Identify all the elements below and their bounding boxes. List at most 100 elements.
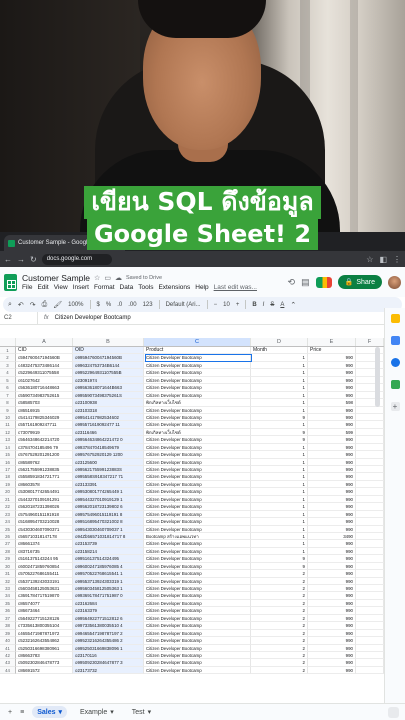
row-number[interactable]: 16 [0,458,16,466]
table-cell[interactable]: Citizen Developer Bootcamp [144,510,251,519]
row-number[interactable]: 33 [0,585,16,593]
empty-cell[interactable] [356,659,384,667]
table-cell[interactable]: 990 [308,406,356,414]
row-number[interactable]: 15 [0,451,16,459]
table-cell[interactable]: 990 [308,599,356,608]
chevron-up-icon[interactable]: ⌃ [290,301,296,309]
table-cell[interactable]: Citizen Developer Bootcamp [144,651,251,660]
table-cell[interactable]: 990 [308,376,356,385]
table-cell[interactable]: c86661374 [16,540,73,548]
empty-cell[interactable] [356,585,384,593]
currency-format-button[interactable]: $ [97,302,100,308]
table-cell[interactable]: c594760047194560B [16,354,73,362]
table-cell[interactable]: c5620187231398026 [16,503,73,511]
table-cell[interactable]: 990 [308,666,356,675]
row-number[interactable]: 7 [0,391,16,400]
table-cell[interactable]: 1 [251,384,308,392]
table-cell[interactable]: o23170116 [73,651,144,660]
table-cell[interactable]: o99563618071644B663 [73,384,144,392]
vertical-scrollbar[interactable] [375,347,380,407]
table-cell[interactable]: 1 [251,480,308,489]
table-cell[interactable]: Citizen Developer Bootcamp [144,585,251,593]
table-cell[interactable]: 990 [308,466,356,474]
table-cell[interactable]: o23133391 [73,480,144,489]
table-cell[interactable]: Citizen Developer Bootcamp [144,540,251,548]
empty-cell[interactable] [356,629,384,638]
table-cell[interactable]: 2 [251,637,308,645]
paint-format-icon[interactable]: 🖌 [53,301,62,309]
table-cell[interactable]: c5636180716448663 [16,384,73,392]
empty-cell[interactable] [356,443,384,452]
column-header-e[interactable]: E [308,338,356,346]
empty-cell[interactable] [356,637,384,645]
table-cell[interactable]: 990 [308,637,356,645]
table-cell[interactable]: พิกเกิลทางเว็บไซต์ [144,428,251,437]
table-cell[interactable]: 599 [308,428,356,437]
table-cell[interactable]: 990 [308,577,356,585]
table-cell[interactable]: 990 [308,622,356,630]
table-cell[interactable]: c61027642 [16,376,73,385]
table-cell[interactable]: o99576752920129 1200 [73,451,144,459]
table-cell[interactable]: 2 [251,622,308,630]
table-cell[interactable]: 1 [251,466,308,474]
table-cell[interactable]: 1 [251,391,308,400]
row-number[interactable]: 41 [0,644,16,652]
row-number[interactable]: 34 [0,592,16,600]
table-cell[interactable]: c5646348642214720 [16,436,73,444]
extensions-icon[interactable]: ◧ [379,255,387,264]
table-cell[interactable]: Citizen Developer Bootcamp [144,354,251,362]
table-cell[interactable]: c4655471987871972 [16,629,73,638]
table-cell[interactable]: 1 [251,510,308,519]
table-cell[interactable]: 2 [251,659,308,667]
table-cell[interactable]: o23153739 [73,540,144,548]
row-number[interactable]: 6 [0,384,16,392]
table-cell[interactable]: 2 [251,666,308,675]
table-cell[interactable]: Citizen Developer Bootcamp [144,466,251,474]
row-number[interactable]: 38 [0,622,16,630]
empty-cell[interactable] [356,451,384,459]
table-cell[interactable]: o99543030460709037 1 [73,525,144,533]
row-number[interactable]: 30 [0,562,16,571]
empty-cell[interactable] [356,480,384,489]
row-number[interactable]: 39 [0,629,16,638]
empty-cell[interactable] [356,570,384,578]
empty-cell[interactable] [356,466,384,474]
table-cell[interactable]: 2 [251,651,308,660]
empty-cell[interactable] [356,547,384,556]
table-cell[interactable]: 9 [251,562,308,571]
folder-icon[interactable]: ▭ [104,274,111,282]
decrease-decimal-button[interactable]: .0 [117,302,122,308]
table-cell[interactable]: c5767529201291200 [16,451,73,459]
bold-button[interactable]: B [252,302,256,308]
table-cell[interactable]: 1 [251,525,308,533]
row-number[interactable]: 36 [0,607,16,615]
table-cell[interactable]: 990 [308,562,356,571]
column-header-f[interactable]: F [356,338,384,346]
table-cell[interactable]: 1 [251,421,308,429]
table-cell[interactable]: c3691784717519870 [16,592,73,600]
table-cell[interactable]: o99594760047194560B [73,354,144,362]
table-cell[interactable]: o99733561380035510 4 [73,622,144,630]
all-sheets-button[interactable]: ≡ [20,709,24,716]
row-number[interactable]: 3 [0,361,16,370]
empty-cell[interactable] [356,406,384,414]
table-cell[interactable]: 990 [308,480,356,489]
row-number[interactable]: 4 [0,369,16,377]
table-cell[interactable]: c5250316698380961 [16,644,73,652]
empty-cell[interactable] [356,651,384,660]
table-cell[interactable]: c5092302846478773 [16,659,73,667]
table-cell[interactable]: 2 [251,644,308,652]
text-color-button[interactable]: A [280,302,284,308]
menu-data[interactable]: Data [120,284,134,291]
empty-cell[interactable] [356,622,384,630]
row-number[interactable]: 18 [0,473,16,481]
row-number[interactable]: 35 [0,599,16,608]
table-cell[interactable]: 990 [308,555,356,563]
back-icon[interactable]: ← [4,255,12,264]
header-cell-product[interactable]: Product [144,347,251,355]
table-cell[interactable]: o99564922771512812 6 [73,614,144,623]
row-number[interactable]: 31 [0,570,16,578]
table-cell[interactable]: 990 [308,570,356,578]
table-cell[interactable]: 990 [308,458,356,466]
font-select[interactable]: Default (Ari... [166,302,201,308]
